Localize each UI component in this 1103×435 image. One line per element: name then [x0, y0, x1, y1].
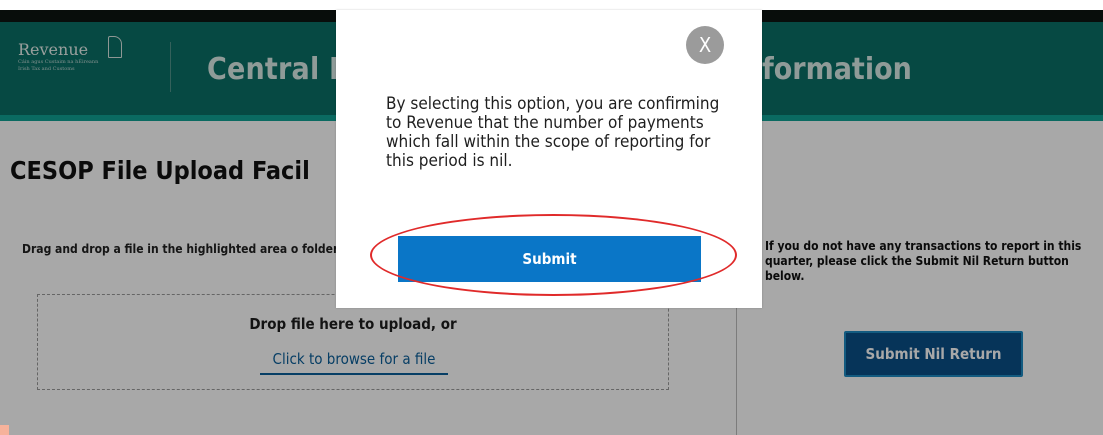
corner-mark	[0, 425, 9, 435]
annotation-highlight	[370, 214, 737, 296]
close-icon[interactable]: X	[686, 26, 724, 64]
browser-top-strip	[0, 0, 1103, 10]
modal-message: By selecting this option, you are confir…	[386, 94, 720, 171]
